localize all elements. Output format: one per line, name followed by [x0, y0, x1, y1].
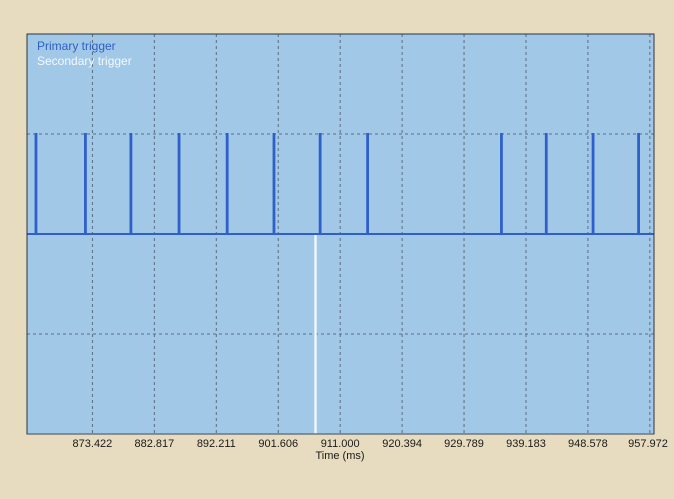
x-tick-label: 911.000: [321, 438, 360, 450]
x-tick-label: 957.972: [628, 438, 668, 450]
chart-window: 873.422 882.817 892.211 901.606 911.000 920.3…: [0, 0, 674, 494]
x-tick-label: 939.183: [506, 438, 546, 450]
legend-primary: Primary trigger: [37, 39, 116, 53]
x-tick-label: 920.394: [382, 438, 422, 450]
legend-secondary: Secondary trigger: [37, 54, 132, 68]
x-tick-labels: 873.422 882.817 892.211 901.606 911.000 920.3…: [73, 438, 668, 450]
x-axis-label: Time (ms): [315, 450, 364, 462]
x-tick-label: 873.422: [73, 438, 113, 450]
trigger-chart: 873.422 882.817 892.211 901.606 911.000 920.3…: [26, 33, 668, 462]
x-tick-label: 901.606: [258, 438, 298, 450]
x-tick-label: 882.817: [134, 438, 174, 450]
x-tick-label: 948.578: [568, 438, 608, 450]
x-tick-label: 892.211: [197, 438, 236, 450]
x-tick-label: 929.789: [444, 438, 484, 450]
